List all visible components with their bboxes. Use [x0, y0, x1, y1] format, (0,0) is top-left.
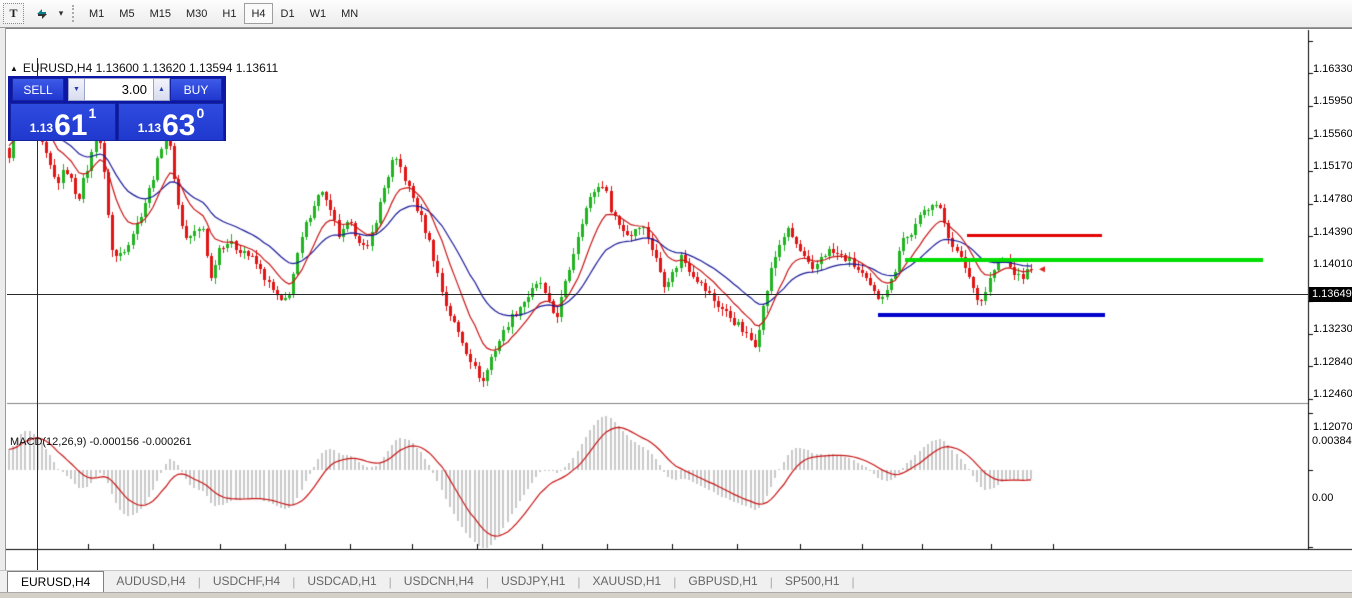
sell-price-big: 61 [54, 113, 87, 139]
one-click-trade-panel: SELL ▼ ▲ BUY 1.13 61 1 1.13 [8, 76, 226, 141]
volume-input[interactable] [85, 78, 153, 101]
toolbar-grip[interactable] [72, 5, 75, 22]
timeframe-h1[interactable]: H1 [215, 3, 243, 24]
price-axis-label: 1.14010 [1313, 258, 1352, 270]
window-left-border [0, 28, 6, 592]
sell-price-display[interactable]: 1.13 61 1 [10, 103, 116, 141]
timeframe-m30[interactable]: M30 [179, 3, 214, 24]
price-axis-label: 1.14390 [1313, 226, 1352, 238]
tab-usdcad-h1[interactable]: USDCAD,H1 [295, 571, 388, 592]
buy-button[interactable]: BUY [170, 78, 222, 101]
volume-decrease-button[interactable]: ▼ [68, 78, 85, 101]
chevron-down-icon: ▾ [59, 8, 64, 19]
timeframe-m5[interactable]: M5 [112, 3, 141, 24]
timeframe-m15[interactable]: M15 [143, 3, 178, 24]
tab-usdcnh-h4[interactable]: USDCNH,H4 [392, 571, 486, 592]
timeframe-mn[interactable]: MN [334, 3, 365, 24]
spinner-down-icon: ▼ [73, 86, 80, 93]
buy-price-big: 63 [162, 113, 195, 139]
text-tool-button[interactable]: T [3, 3, 24, 24]
sell-price-small: 1.13 [30, 122, 53, 134]
sell-button[interactable]: SELL [12, 78, 64, 101]
symbol-ohlc-text: EURUSD,H4 1.13600 1.13620 1.13594 1.1361… [23, 61, 278, 75]
crosshair-horizontal-line [7, 294, 1308, 295]
tab-usdchf-h4[interactable]: USDCHF,H4 [201, 571, 292, 592]
price-axis-label: 1.15560 [1313, 128, 1352, 140]
arrows-dropdown-caret[interactable]: ▾ [54, 3, 68, 24]
buy-price-display[interactable]: 1.13 63 0 [118, 103, 224, 141]
price-axis-label: 1.15950 [1313, 95, 1352, 107]
price-axis-label: 1.12070 [1313, 421, 1352, 433]
buy-price-sup: 0 [196, 106, 204, 120]
buy-price-small: 1.13 [138, 122, 161, 134]
crosshair-price-tag: 1.13649 [1309, 287, 1352, 302]
price-axis-label: 1.13230 [1313, 323, 1352, 335]
tab-xauusd-h1[interactable]: XAUUSD,H1 [581, 571, 674, 592]
sell-price-sup: 1 [88, 106, 96, 120]
timeframe-m1[interactable]: M1 [82, 3, 111, 24]
price-axis-label: 1.14780 [1313, 193, 1352, 205]
sell-button-label: SELL [23, 83, 52, 97]
macd-indicator-label: MACD(12,26,9) -0.000156 -0.000261 [10, 436, 192, 448]
macd-axis-label: 0.003847 [1312, 435, 1352, 447]
price-axis-label: 1.15170 [1313, 160, 1352, 172]
volume-increase-button[interactable]: ▲ [153, 78, 170, 101]
timeframe-bar: M1M5M15M30H1H4D1W1MN [82, 3, 366, 24]
macd-axis-label: 0.00 [1312, 492, 1333, 504]
top-toolbar: T ▾ M1M5M15M30H1H4D1W1MN [0, 0, 1352, 28]
arrows-icon [34, 6, 50, 22]
collapse-arrow-icon[interactable]: ▲ [10, 64, 18, 73]
arrows-object-button[interactable] [30, 3, 54, 24]
window-bottom-strip [0, 592, 1352, 598]
tab-audusd-h4[interactable]: AUDUSD,H4 [104, 571, 197, 592]
spinner-up-icon: ▲ [158, 86, 165, 93]
tab-separator: | [852, 575, 855, 592]
chart-header: ▲ EURUSD,H4 1.13600 1.13620 1.13594 1.13… [10, 61, 278, 75]
price-axis-label: 1.12460 [1313, 388, 1352, 400]
timeframe-d1[interactable]: D1 [274, 3, 302, 24]
price-axis-label: 1.16330 [1313, 63, 1352, 75]
timeframe-w1[interactable]: W1 [303, 3, 334, 24]
timeframe-h4[interactable]: H4 [244, 3, 272, 24]
tab-eurusd-h4[interactable]: EURUSD,H4 [7, 571, 104, 593]
chart-window: ▲ EURUSD,H4 1.13600 1.13620 1.13594 1.13… [0, 28, 1352, 598]
text-tool-icon: T [9, 6, 17, 21]
chart-tab-bar: EURUSD,H4AUDUSD,H4|USDCHF,H4|USDCAD,H1|U… [0, 570, 1352, 592]
tab-usdjpy-h1[interactable]: USDJPY,H1 [489, 571, 577, 592]
price-axis-label: 1.12840 [1313, 356, 1352, 368]
tab-sp500-h1[interactable]: SP500,H1 [773, 571, 852, 592]
tab-gbpusd-h1[interactable]: GBPUSD,H1 [676, 571, 769, 592]
buy-button-label: BUY [184, 83, 209, 97]
